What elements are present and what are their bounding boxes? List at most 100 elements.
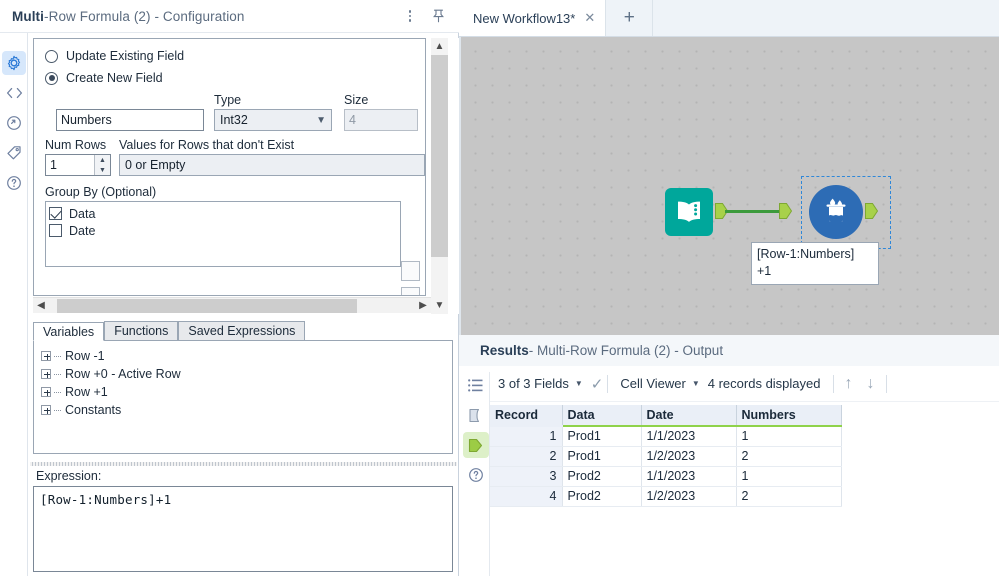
check-icon[interactable]: ✓ [591,375,604,393]
column-header-numbers[interactable]: Numbers [736,405,842,427]
radio-create-new-field[interactable]: Create New Field [34,67,425,89]
group-by-move-down-button[interactable] [401,287,420,295]
size-group: Size 4 [344,93,424,131]
tree-item-row-plus-1[interactable]: Row +1 [41,383,452,401]
input-data-tool[interactable] [665,188,713,236]
tab-new-workflow13[interactable]: New Workflow13* ✕ [459,0,607,36]
expand-icon[interactable] [41,387,51,397]
checkbox-data[interactable] [49,207,62,220]
results-toolbar: 3 of 3 Fields ▼ ✓ Cell Viewer ▼ 4 record… [490,366,999,402]
group-by-move-up-button[interactable] [401,261,420,281]
checkbox-date[interactable] [49,224,62,237]
viewer-selector[interactable]: Cell Viewer ▼ [612,376,707,391]
arrow-down-icon[interactable]: ↓ [860,375,882,393]
horizontal-scroll-thumb[interactable] [57,298,357,313]
list-icon[interactable] [463,372,489,398]
rail-item-configuration[interactable] [0,48,28,78]
cell-record: 2 [490,446,563,467]
size-input[interactable]: 4 [344,109,418,131]
table-row[interactable]: 1 Prod1 1/1/2023 1 [490,426,842,447]
workflow-area: New Workflow13* ✕ + [Row-1:Numbers] +1 R… [459,0,999,576]
cell-record: 4 [490,486,563,507]
close-icon[interactable]: ✕ [584,10,595,26]
tree-item-constants[interactable]: Constants [41,401,452,419]
expand-icon[interactable] [41,405,51,415]
pin-icon[interactable] [425,3,451,29]
kebab-menu-icon[interactable] [397,3,423,29]
spinner-up-icon[interactable]: ▲ [95,155,110,165]
tab-variables[interactable]: Variables [33,322,105,341]
results-grid[interactable]: Record Data Date Numbers 1 Prod1 1/1/202… [490,405,999,576]
code-icon [2,81,26,105]
type-select[interactable]: Int32 ▼ [214,109,332,131]
configuration-vertical-scrollbar[interactable]: ▲ ▼ [431,38,448,314]
table-row[interactable]: 4 Prod2 1/2/2023 2 [490,486,842,507]
multi-row-formula-tool[interactable] [809,185,863,239]
input-anchor-formula-tool[interactable] [779,203,793,222]
tree-connector [54,355,61,357]
cell-data: Prod1 [562,446,642,467]
size-label: Size [344,93,369,107]
add-tab-button[interactable]: + [606,0,654,36]
table-row[interactable]: 2 Prod1 1/2/2023 2 [490,446,842,467]
horizontal-scroll-track[interactable] [49,298,415,314]
output-anchor-icon[interactable] [462,432,489,458]
cell-data: Prod1 [562,426,642,447]
output-anchor-formula-tool[interactable] [865,203,879,222]
rail-item-annotation[interactable] [0,78,28,108]
rail-item-cache[interactable] [0,108,28,138]
field-name-input[interactable]: Numbers [56,109,204,131]
configuration-horizontal-scrollbar[interactable]: ◀ ▶ [33,297,431,313]
expression-input[interactable]: [Row-1:Numbers]+1 [33,486,453,572]
records-displayed-label: 4 records displayed [707,376,821,391]
column-header-data[interactable]: Data [562,405,642,427]
panel-title-rest: -Row Formula (2) - Configuration [44,8,245,24]
num-rows-arrows[interactable]: ▲ ▼ [94,155,110,175]
radio-update-existing-field[interactable]: Update Existing Field [34,45,425,67]
gear-icon [2,51,26,75]
chevron-down-icon: ▼ [316,114,326,126]
group-by-item-date[interactable]: Date [49,222,400,239]
workflow-canvas[interactable]: [Row-1:Numbers] +1 [459,37,999,335]
group-by-item-data-label: Data [69,206,96,221]
tool-annotation[interactable]: [Row-1:Numbers] +1 [751,242,879,285]
radio-update-existing-field-control[interactable] [45,49,58,63]
connection-wire[interactable] [725,210,781,213]
type-group: Type Int32 ▼ [214,93,338,131]
scroll-right-icon[interactable]: ▶ [415,298,431,314]
column-header-date[interactable]: Date [641,405,737,427]
rail-item-tags[interactable] [0,138,28,168]
num-rows-stepper[interactable]: 1 ▲ ▼ [45,154,111,176]
input-anchor-icon[interactable] [463,402,489,428]
tab-functions[interactable]: Functions [104,321,179,340]
column-header-record[interactable]: Record [490,405,563,427]
tree-item-row-plus-0[interactable]: Row +0 - Active Row [41,365,452,383]
scroll-left-icon[interactable]: ◀ [33,298,49,314]
spinner-down-icon[interactable]: ▼ [95,165,110,175]
vertical-scroll-thumb[interactable] [431,55,448,257]
viewer-label: Cell Viewer [620,376,686,391]
expand-icon[interactable] [41,351,51,361]
tab-saved-expressions[interactable]: Saved Expressions [178,321,306,340]
group-by-listbox[interactable]: Data Date [45,201,401,267]
configuration-title-bar: Multi-Row Formula (2) - Configuration [0,0,459,33]
group-by-item-data[interactable]: Data [49,205,400,222]
field-name-group: Numbers [56,109,208,131]
toolbar-divider [885,374,887,393]
fields-selector[interactable]: 3 of 3 Fields ▼ [490,376,591,391]
variables-tree[interactable]: Row -1 Row +0 - Active Row Row +1 Consta… [33,341,453,454]
expand-icon[interactable] [41,369,51,379]
arrow-up-icon[interactable]: ↑ [838,375,860,393]
scroll-up-icon[interactable]: ▲ [431,38,448,55]
help-circle-icon[interactable] [463,462,489,488]
cell-data: Prod2 [562,466,642,487]
num-rows-group: Num Rows 1 ▲ ▼ [45,138,114,176]
tree-item-row-minus-1[interactable]: Row -1 [41,347,452,365]
panel-splitter[interactable] [30,462,457,466]
rail-item-help[interactable] [0,168,28,198]
values-rows-select[interactable]: 0 or Empty [119,154,425,176]
radio-create-new-field-control[interactable] [45,71,58,85]
scroll-down-icon[interactable]: ▼ [431,297,448,314]
table-row[interactable]: 3 Prod2 1/1/2023 1 [490,466,842,487]
expression-label: Expression: [36,469,102,483]
